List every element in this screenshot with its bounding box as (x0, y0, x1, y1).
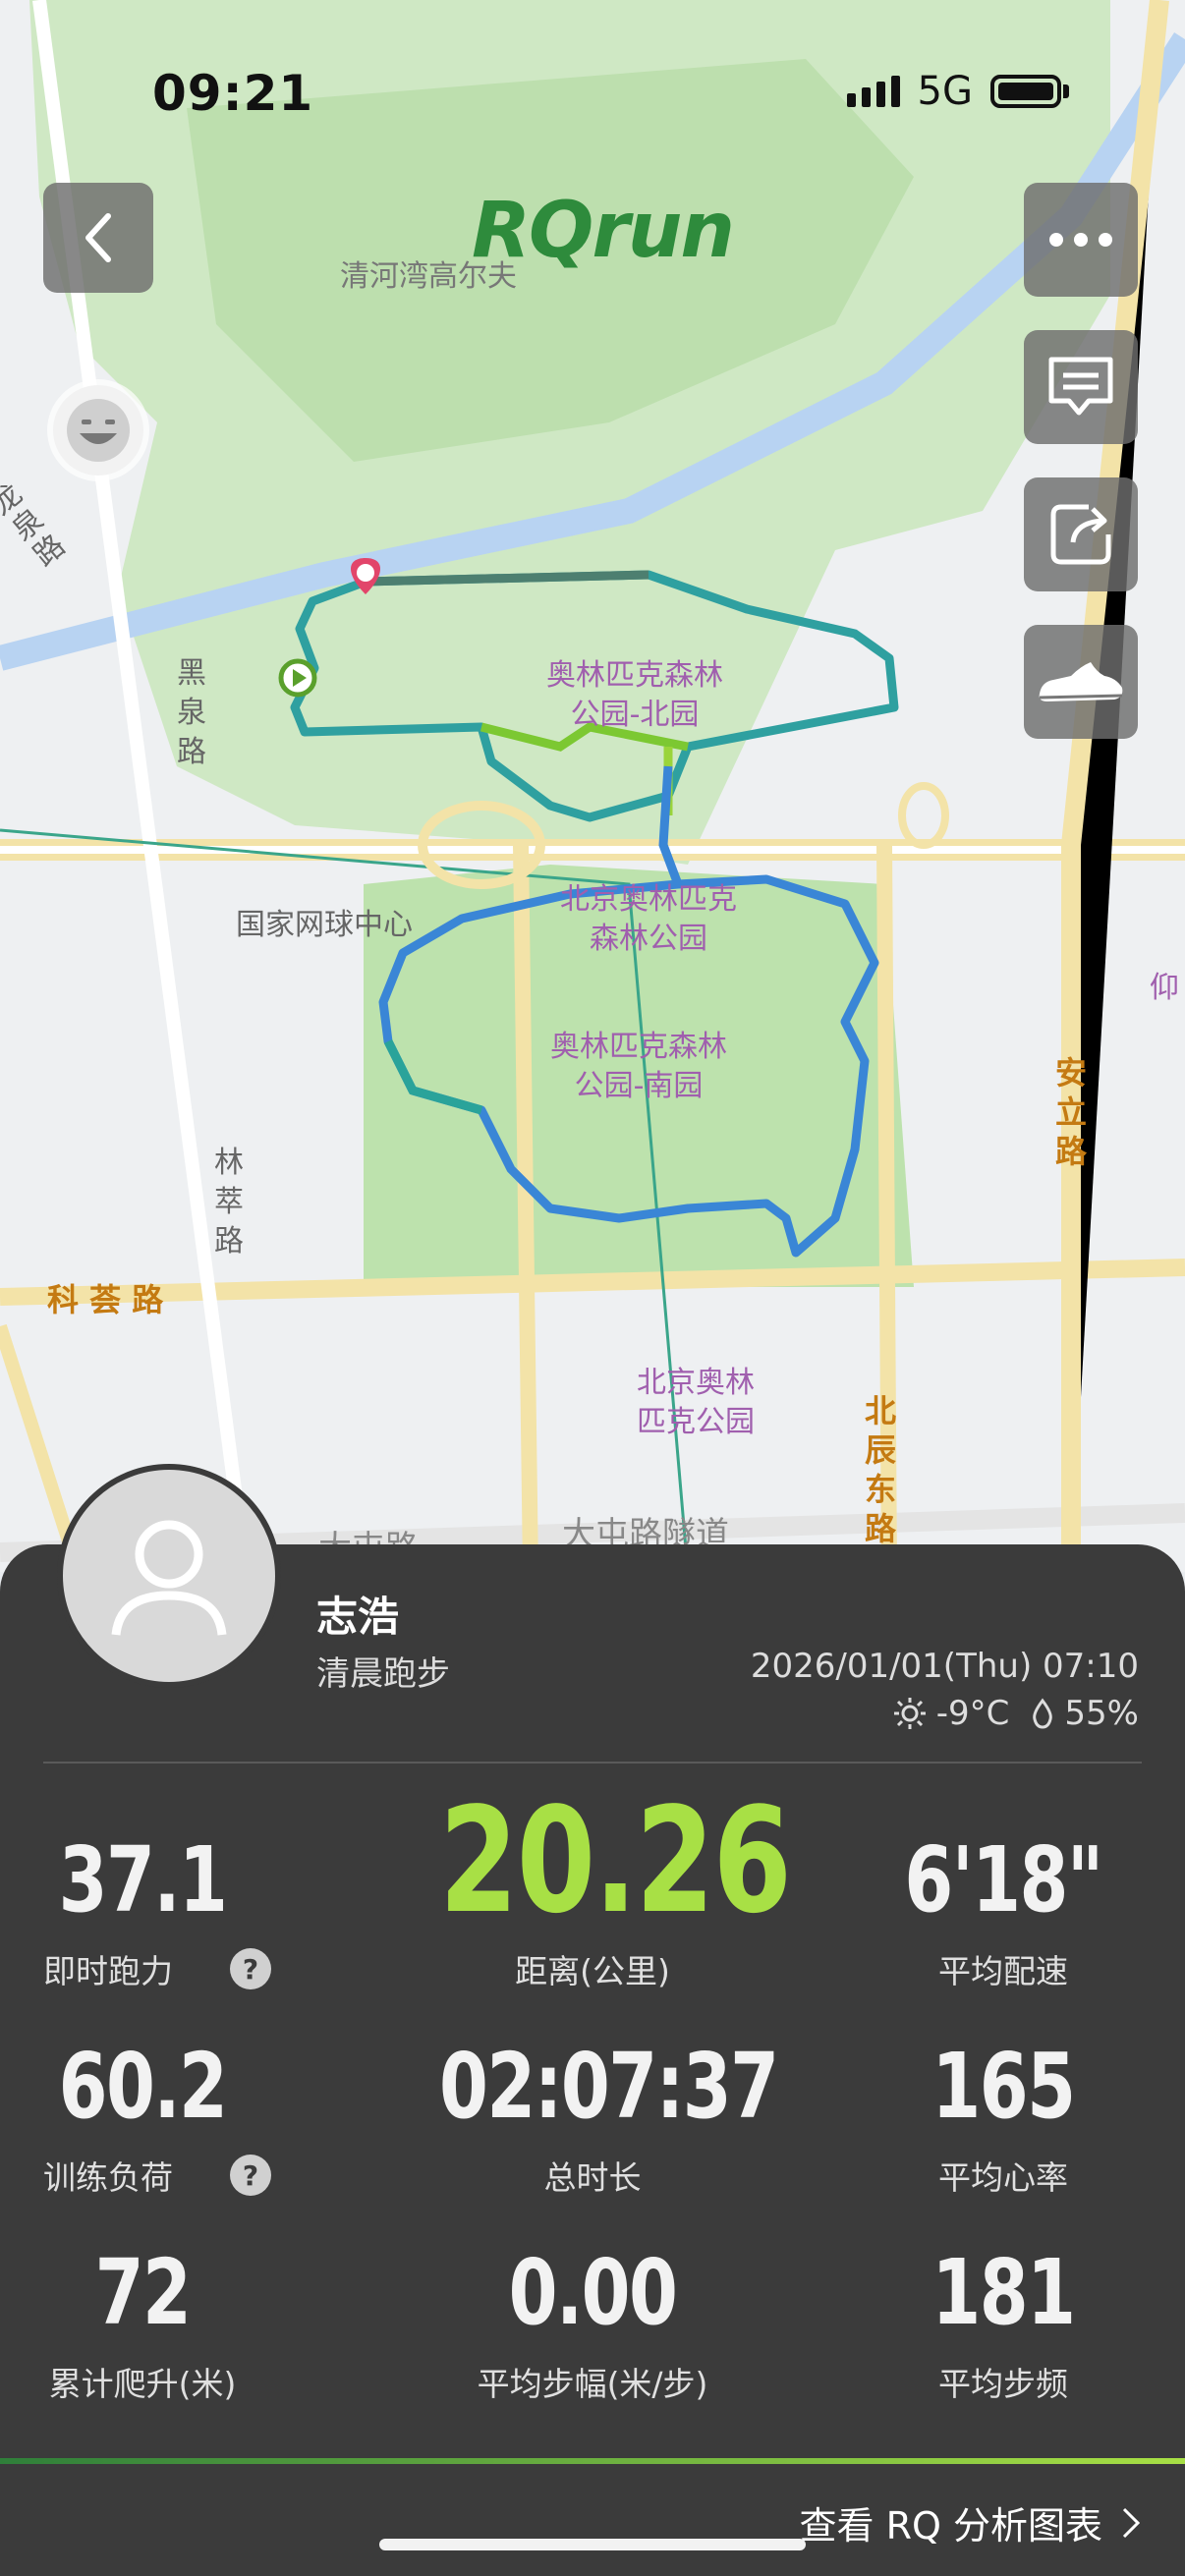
share-icon (1050, 504, 1111, 565)
sun-icon (893, 1698, 926, 1729)
road-label-kehui: 科 荟 路 (47, 1281, 164, 1318)
stat-avg-cadence-label: 平均步频 (938, 2365, 1068, 2403)
stat-total-time-label: 总时长 (543, 2158, 642, 2197)
road-vertical-lincui (513, 844, 538, 1572)
map-label-yang: 仰 (1150, 971, 1179, 1005)
chevron-right-icon (1122, 2507, 1141, 2538)
road-label-lincui: 林 萃 路 (214, 1146, 244, 1259)
stat-distance-value: 20.26 (439, 1776, 792, 1945)
comment-button[interactable] (1024, 330, 1138, 444)
stat-instant-power-label: 即时跑力 ? (43, 1945, 328, 1992)
stat-avg-hr-value: 165 (931, 2034, 1076, 2139)
stat-instant-power-value: 37.1 (58, 1827, 228, 1932)
battery-icon (990, 75, 1061, 108)
progress-line (0, 2458, 1185, 2464)
share-button[interactable] (1024, 477, 1138, 591)
more-dots-icon (1049, 233, 1112, 247)
rq-analysis-label: 查看 RQ 分析图表 (799, 2504, 1102, 2548)
map-label-olympic-park: 北京奥林 匹克公园 (637, 1366, 755, 1439)
activity-name: 清晨跑步 (316, 1654, 450, 1694)
comment-icon (1048, 357, 1113, 416)
stat-avg-cadence-value: 181 (931, 2240, 1076, 2345)
weather-info: -9°C 55% (893, 1694, 1139, 1733)
rq-analysis-link[interactable]: 查看 RQ 分析图表 (800, 2495, 1142, 2549)
stat-avg-stride-label: 平均步幅(米/步) (477, 2365, 708, 2403)
status-icons: 5G (846, 69, 1069, 114)
avatar[interactable] (57, 1464, 281, 1688)
map-label-south-park: 奥林匹克森林 公园-南园 (550, 1030, 727, 1103)
humidity-icon (1033, 1698, 1053, 1729)
help-icon[interactable]: ? (230, 1948, 271, 1989)
smiley-icon[interactable] (53, 385, 143, 476)
stat-elevation-label: 累计爬升(米) (48, 2365, 237, 2403)
signal-icon (846, 76, 900, 107)
road-label-anli: 安 立 路 (1055, 1054, 1088, 1170)
stat-distance-label: 距离(公里) (515, 1952, 670, 1990)
stat-training-load-label: 训练负荷 ? (43, 2152, 328, 2199)
stat-avg-pace-value: 6'18" (904, 1827, 1103, 1932)
user-icon (111, 1520, 227, 1636)
stat-training-load-value: 60.2 (58, 2034, 228, 2139)
stat-total-time-value: 02:07:37 (439, 2034, 779, 2139)
map-label-tennis: 国家网球中心 (236, 908, 413, 942)
humidity: 55% (1064, 1694, 1139, 1733)
map-label-olympic-forest: 北京奥林匹克 森林公园 (560, 882, 737, 956)
home-indicator[interactable] (379, 2539, 806, 2550)
shoe-button[interactable] (1024, 625, 1138, 739)
temperature: -9°C (935, 1694, 1010, 1733)
stat-avg-hr-label: 平均心率 (938, 2158, 1068, 2197)
stat-elevation-value: 72 (94, 2240, 192, 2345)
stat-instant-power-label-text: 即时跑力 (43, 1952, 173, 1990)
running-shoe-icon (1039, 662, 1123, 701)
stat-training-load-label-text: 训练负荷 (43, 2158, 173, 2197)
back-button[interactable] (43, 183, 153, 293)
more-button[interactable] (1024, 183, 1138, 297)
stat-avg-pace-label: 平均配速 (938, 1952, 1068, 1990)
map-label-qinghewan: 清河湾高尔夫 (340, 259, 517, 294)
activity-datetime: 2026/01/01(Thu) 07:10 (750, 1647, 1139, 1686)
chevron-left-icon (85, 213, 111, 262)
network-type: 5G (917, 69, 973, 114)
help-icon[interactable]: ? (230, 2155, 271, 2196)
user-name: 志浩 (316, 1593, 400, 1641)
status-time: 09:21 (152, 65, 314, 122)
road-label-beichendong: 北 辰 东 路 (865, 1392, 897, 1547)
map-label-north-park: 奥林匹克森林 公园-北园 (546, 658, 723, 732)
stat-avg-stride-value: 0.00 (508, 2240, 678, 2345)
start-marker-icon (278, 658, 317, 698)
road-label-heiquan: 黑 泉 路 (177, 656, 206, 769)
divider (43, 1762, 1142, 1764)
